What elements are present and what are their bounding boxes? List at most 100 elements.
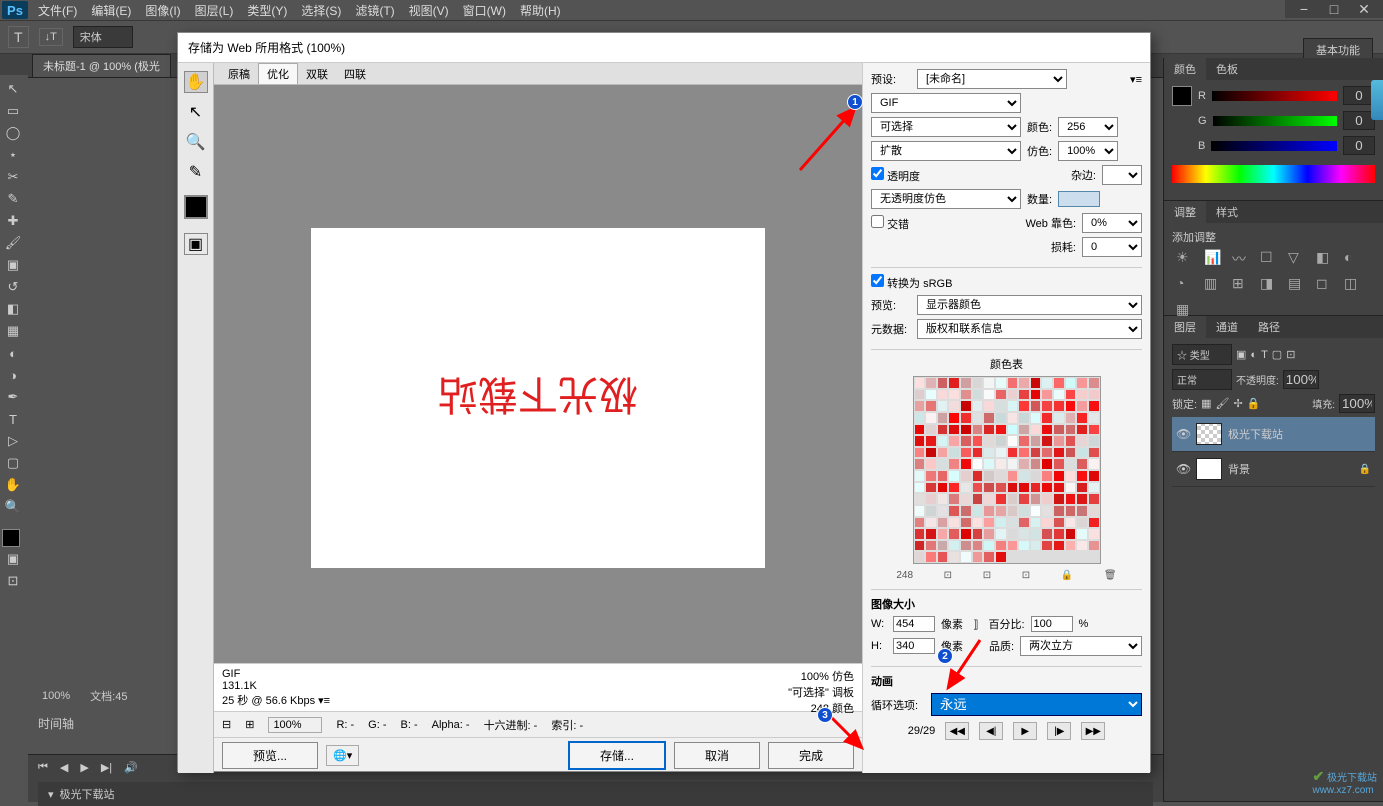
hand-tool-icon[interactable]: ✋ bbox=[184, 71, 208, 93]
preview-button[interactable]: 预览... bbox=[222, 742, 318, 769]
slice-tool-icon[interactable]: ↖ bbox=[184, 101, 208, 123]
bw-icon[interactable]: ◐ bbox=[1344, 249, 1362, 265]
tab-original[interactable]: 原稿 bbox=[220, 64, 258, 84]
filter-pixel-icon[interactable]: ▣ bbox=[1236, 348, 1246, 361]
audio-icon[interactable]: 🔊 bbox=[124, 761, 138, 774]
history-brush-icon[interactable]: ↺ bbox=[2, 277, 24, 297]
quick-mask-icon[interactable]: ▣ bbox=[2, 549, 24, 569]
timeline-track-label[interactable]: 极光下载站 bbox=[60, 786, 115, 802]
first-frame-icon[interactable]: ⏮ bbox=[38, 761, 48, 774]
zoom-level[interactable]: 100% bbox=[42, 690, 70, 702]
prev-frame-icon[interactable]: ◀ bbox=[60, 761, 68, 774]
color-swatch-fg[interactable] bbox=[1172, 86, 1192, 106]
width-input[interactable] bbox=[893, 616, 935, 632]
reduction-select[interactable]: 可选择 bbox=[871, 117, 1021, 137]
filter-shape-icon[interactable]: ▢ bbox=[1272, 348, 1282, 361]
photo-filter-icon[interactable]: ◔ bbox=[1176, 275, 1194, 291]
filter-adj-icon[interactable]: ◐ bbox=[1250, 349, 1257, 361]
ct-icon[interactable]: 🔒 bbox=[1061, 570, 1073, 581]
format-select[interactable]: GIF bbox=[871, 93, 1021, 113]
menu-select[interactable]: 选择(S) bbox=[301, 2, 341, 19]
r-slider[interactable] bbox=[1212, 91, 1337, 101]
menu-window[interactable]: 窗口(W) bbox=[463, 2, 506, 19]
font-family-select[interactable]: 宋体 bbox=[73, 26, 133, 48]
layer-filter-select[interactable]: ☆ 类型 bbox=[1172, 344, 1232, 365]
link-icon[interactable]: ⟧ bbox=[973, 618, 978, 631]
ct-icon[interactable]: ⊡ bbox=[983, 570, 991, 581]
lossy-select[interactable]: 0 bbox=[1082, 237, 1142, 257]
play-icon[interactable]: ▶ bbox=[80, 761, 88, 774]
layer-item[interactable]: 👁 极光下载站 bbox=[1172, 417, 1375, 452]
selcolor-icon[interactable]: ▦ bbox=[1176, 301, 1194, 317]
hand-tool-icon[interactable]: ✋ bbox=[2, 475, 24, 495]
stamp-tool-icon[interactable]: ▣ bbox=[2, 255, 24, 275]
menu-layer[interactable]: 图层(L) bbox=[195, 2, 234, 19]
lock-all-icon[interactable]: 🔒 bbox=[1247, 397, 1261, 410]
move-tool-icon[interactable]: ↖ bbox=[2, 79, 24, 99]
slice-visibility-icon[interactable]: ▣ bbox=[184, 233, 208, 255]
maximize-icon[interactable]: □ bbox=[1325, 2, 1343, 16]
gradmap-icon[interactable]: ◫ bbox=[1344, 275, 1362, 291]
filter-type-icon[interactable]: T bbox=[1261, 349, 1268, 361]
type-tool-icon[interactable]: T bbox=[8, 26, 29, 48]
path-select-icon[interactable]: ▷ bbox=[2, 431, 24, 451]
tab-paths[interactable]: 路径 bbox=[1248, 316, 1290, 338]
mixer-icon[interactable]: ▥ bbox=[1204, 275, 1222, 291]
lookup-icon[interactable]: ⊞ bbox=[1232, 275, 1250, 291]
zoom-tool-icon[interactable]: 🔍 bbox=[184, 131, 208, 153]
layer-name[interactable]: 极光下载站 bbox=[1228, 426, 1283, 442]
visibility-icon[interactable]: 👁 bbox=[1176, 427, 1190, 441]
web-snap-select[interactable]: 0% bbox=[1082, 213, 1142, 233]
tab-2up[interactable]: 双联 bbox=[298, 64, 336, 84]
foreground-swatch[interactable] bbox=[2, 529, 20, 547]
hue-icon[interactable]: ◧ bbox=[1316, 249, 1334, 265]
wand-tool-icon[interactable]: ⋆ bbox=[2, 145, 24, 165]
lock-pos-icon[interactable]: ✢ bbox=[1233, 397, 1242, 410]
trans-dither-select[interactable]: 无透明度仿色 bbox=[871, 189, 1021, 209]
menu-view[interactable]: 视图(V) bbox=[409, 2, 449, 19]
menu-help[interactable]: 帮助(H) bbox=[520, 2, 561, 19]
tab-color[interactable]: 颜色 bbox=[1164, 58, 1206, 80]
lasso-tool-icon[interactable]: ◯ bbox=[2, 123, 24, 143]
screen-mode-icon[interactable]: ⊡ bbox=[2, 571, 24, 591]
preset-select[interactable]: [未命名] bbox=[917, 69, 1067, 89]
levels-icon[interactable]: 📊 bbox=[1204, 249, 1222, 265]
prev-frame-icon[interactable]: ◀| bbox=[979, 722, 1003, 740]
post-icon[interactable]: ▤ bbox=[1288, 275, 1306, 291]
menu-image[interactable]: 图像(I) bbox=[145, 2, 180, 19]
last-frame-icon[interactable]: ▶▶ bbox=[1081, 722, 1105, 740]
amount-input[interactable] bbox=[1058, 191, 1100, 207]
eyedropper-tool-icon[interactable]: ✎ bbox=[184, 161, 208, 183]
blend-mode-select[interactable]: 正常 bbox=[1172, 369, 1232, 390]
lock-paint-icon[interactable]: 🖌 bbox=[1215, 397, 1229, 410]
shape-tool-icon[interactable]: ▢ bbox=[2, 453, 24, 473]
play-icon[interactable]: ▶ bbox=[1013, 722, 1037, 740]
lock-trans-icon[interactable]: ▦ bbox=[1201, 397, 1211, 410]
preview-area[interactable]: 极光下载站 GIF 131.1K 25 秒 @ 56.6 Kbps ▾≡ 100… bbox=[214, 85, 862, 711]
pen-tool-icon[interactable]: ✒ bbox=[2, 387, 24, 407]
zoom-out-icon[interactable]: ⊟ bbox=[222, 718, 231, 731]
spectrum-bar[interactable] bbox=[1172, 165, 1375, 183]
vibrance-icon[interactable]: ▽ bbox=[1288, 249, 1306, 265]
chevron-down-icon[interactable]: ▾ bbox=[48, 788, 54, 801]
zoom-select[interactable]: 100% bbox=[268, 717, 322, 733]
minimize-icon[interactable]: − bbox=[1295, 2, 1313, 16]
interlace-checkbox[interactable] bbox=[871, 215, 884, 228]
dither-method-select[interactable]: 扩散 bbox=[871, 141, 1021, 161]
next-frame-icon[interactable]: ▶| bbox=[101, 761, 112, 774]
menu-filter[interactable]: 滤镜(T) bbox=[355, 2, 394, 19]
save-button[interactable]: 存储... bbox=[568, 741, 666, 770]
layer-name[interactable]: 背景 bbox=[1228, 461, 1250, 477]
tab-channels[interactable]: 通道 bbox=[1206, 316, 1248, 338]
ct-icon[interactable]: 🗑 bbox=[1104, 570, 1117, 581]
gradient-tool-icon[interactable]: ▦ bbox=[2, 321, 24, 341]
preset-menu-icon[interactable]: ▾≡ bbox=[1130, 73, 1142, 86]
first-frame-icon[interactable]: ◀◀ bbox=[945, 722, 969, 740]
dodge-tool-icon[interactable]: ◑ bbox=[2, 365, 24, 385]
g-slider[interactable] bbox=[1213, 116, 1337, 126]
invert-icon[interactable]: ◨ bbox=[1260, 275, 1278, 291]
curves-icon[interactable]: 〰 bbox=[1232, 249, 1250, 265]
next-frame-icon[interactable]: |▶ bbox=[1047, 722, 1071, 740]
metadata-select[interactable]: 版权和联系信息 bbox=[917, 319, 1142, 339]
type-tool-icon[interactable]: T bbox=[2, 409, 24, 429]
